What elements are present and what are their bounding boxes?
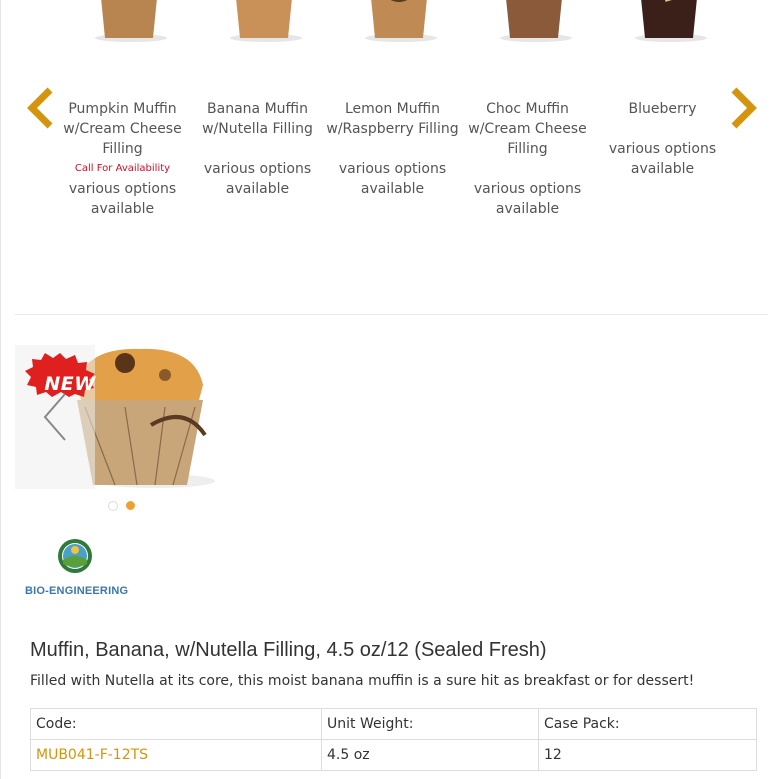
carousel-prev-button[interactable] (26, 86, 56, 130)
bioengineered-seal-icon (57, 538, 93, 574)
gallery-dot-1[interactable] (108, 501, 118, 511)
product-thumbnail[interactable] (359, 0, 439, 42)
options-text: various options available (473, 181, 582, 217)
gallery-dot-2-active[interactable] (126, 501, 135, 510)
bio-engineering-label: BIO-ENGINEERING (25, 585, 129, 597)
gallery-prev-button[interactable] (41, 392, 69, 442)
carousel-item-name[interactable]: Choc Muffin w/Cream Cheese Filling (460, 99, 595, 159)
table-row: MUB041-F-12TS 4.5 oz 12 (30, 739, 757, 771)
chevron-right-icon (731, 87, 757, 129)
options-text: various options available (203, 161, 312, 197)
product-title: Muffin, Banana, w/Nutella Filling, 4.5 o… (30, 639, 547, 661)
availability-note: Call For Availability (74, 163, 171, 174)
product-image-gallery: NEW (15, 345, 225, 490)
carousel-next-button[interactable] (728, 86, 758, 130)
product-spec-table: Code: Unit Weight: Case Pack: MUB041-F-1… (30, 708, 757, 771)
section-divider (15, 314, 768, 315)
product-code-link[interactable]: MUB041-F-12TS (36, 747, 148, 763)
carousel-item-name[interactable]: Pumpkin Muffin w/Cream Cheese Filling (55, 99, 190, 159)
chevron-left-icon (43, 393, 66, 441)
code-header: Code: (30, 708, 322, 740)
new-badge-icon: NEW (25, 353, 95, 397)
product-thumbnail[interactable] (89, 0, 169, 42)
carousel-item-name[interactable]: Blueberry (595, 99, 730, 119)
case-pack-header: Case Pack: (538, 708, 757, 740)
code-cell: MUB041-F-12TS (30, 739, 322, 771)
related-products-carousel: Pumpkin Muffin w/Cream Cheese Filling Ca… (0, 0, 784, 300)
unit-weight-header: Unit Weight: (321, 708, 539, 740)
case-pack-value: 12 (538, 739, 757, 771)
carousel-item-name[interactable]: Banana Muffin w/Nutella Filling (190, 99, 325, 139)
carousel-items: Pumpkin Muffin w/Cream Cheese Filling Ca… (55, 0, 730, 300)
options-text: various options available (68, 181, 177, 217)
options-text: various options available (608, 141, 717, 177)
table-header-row: Code: Unit Weight: Case Pack: (30, 708, 757, 740)
product-thumbnail[interactable] (494, 0, 574, 42)
product-thumbnail[interactable] (224, 0, 304, 42)
product-description: Filled with Nutella at its core, this mo… (30, 673, 695, 689)
chevron-left-icon (27, 87, 53, 129)
carousel-item-name[interactable]: Lemon Muffin w/Raspberry Filling (325, 99, 460, 139)
unit-weight-value: 4.5 oz (321, 739, 539, 771)
options-text: various options available (338, 161, 447, 197)
product-thumbnail[interactable] (629, 0, 709, 42)
